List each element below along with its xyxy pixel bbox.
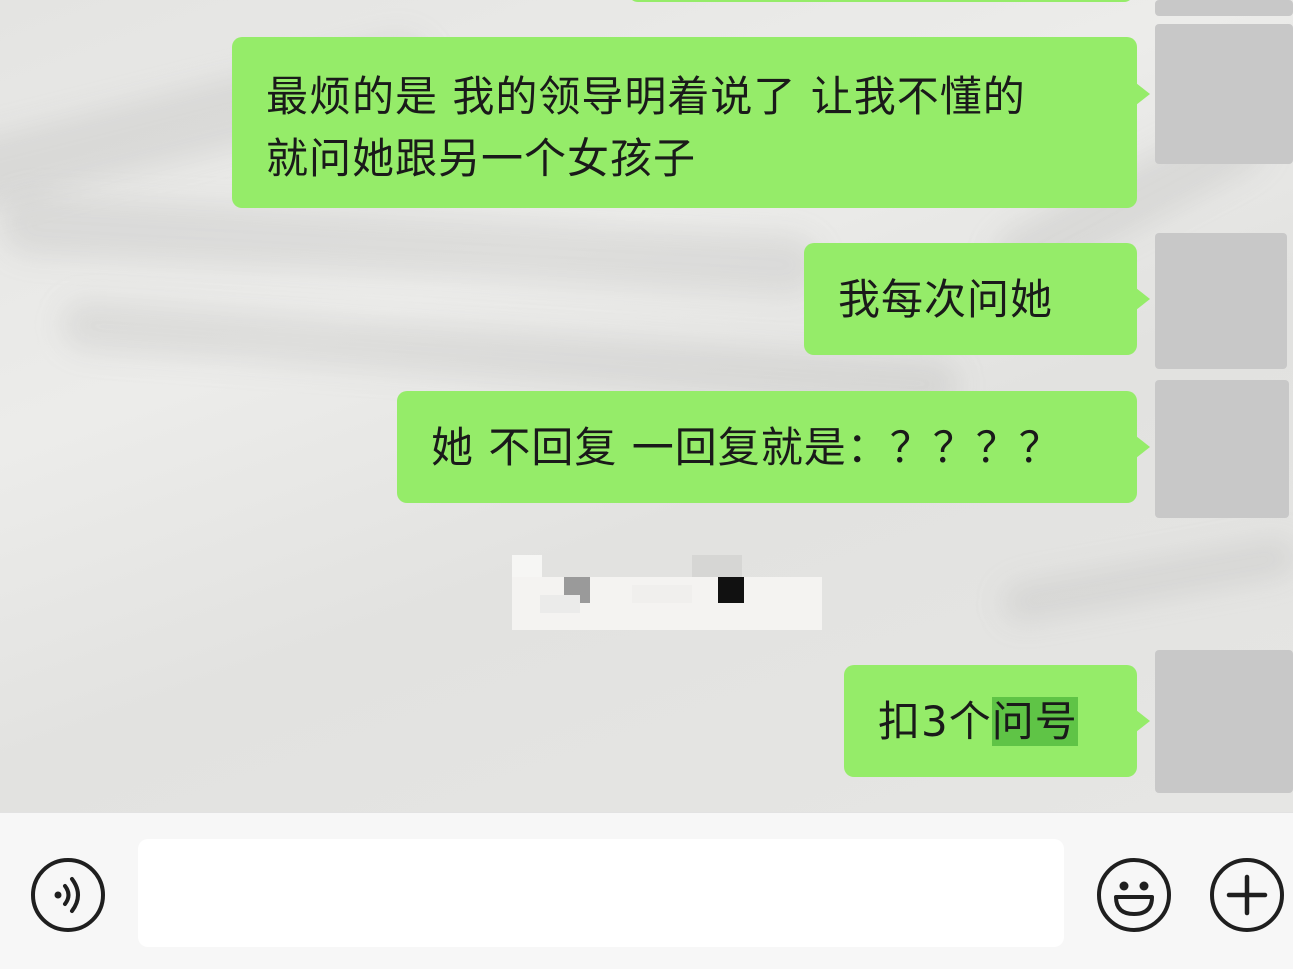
chat-screen: 最烦的是 我的领导明着说了 让我不懂的 就问她跟另一个女孩子 我每次问她 她 不… bbox=[0, 0, 1293, 969]
avatar[interactable] bbox=[1155, 380, 1289, 518]
emoji-icon bbox=[1114, 881, 1154, 916]
voice-icon bbox=[54, 877, 80, 913]
emoji-button[interactable] bbox=[1097, 858, 1171, 932]
message-bubble[interactable]: 我每次问她 bbox=[804, 243, 1150, 355]
message-text: 扣3个 bbox=[878, 697, 992, 746]
message-text: 就问她跟另一个女孩子 bbox=[266, 134, 697, 183]
more-button[interactable] bbox=[1210, 858, 1284, 932]
message-bubble[interactable]: 她 不回复 一回复就是：？？？？ bbox=[397, 391, 1150, 503]
message-input[interactable] bbox=[138, 839, 1064, 947]
selected-text[interactable]: 问号 bbox=[991, 697, 1078, 746]
avatar[interactable] bbox=[1155, 650, 1293, 793]
voice-button[interactable] bbox=[31, 858, 105, 932]
plus-icon bbox=[1226, 874, 1268, 916]
chat-area[interactable]: 最烦的是 我的领导明着说了 让我不懂的 就问她跟另一个女孩子 我每次问她 她 不… bbox=[0, 0, 1293, 812]
avatar[interactable] bbox=[1155, 0, 1293, 16]
avatar[interactable] bbox=[1155, 233, 1287, 369]
message-bubble-partial[interactable] bbox=[628, 0, 1134, 2]
message-text: 我每次问她 bbox=[838, 275, 1054, 324]
redacted-timestamp bbox=[512, 555, 822, 630]
message-bubble[interactable]: 最烦的是 我的领导明着说了 让我不懂的 就问她跟另一个女孩子 bbox=[232, 37, 1150, 208]
background-shadow bbox=[998, 534, 1293, 626]
message-text: 最烦的是 我的领导明着说了 让我不懂的 bbox=[266, 72, 1026, 121]
background-shadow bbox=[0, 193, 822, 297]
message-text: 她 不回复 一回复就是：？？？？ bbox=[431, 423, 1062, 472]
input-bar bbox=[0, 812, 1293, 969]
avatar[interactable] bbox=[1155, 24, 1293, 164]
message-bubble[interactable]: 扣3个问号 bbox=[844, 665, 1150, 777]
